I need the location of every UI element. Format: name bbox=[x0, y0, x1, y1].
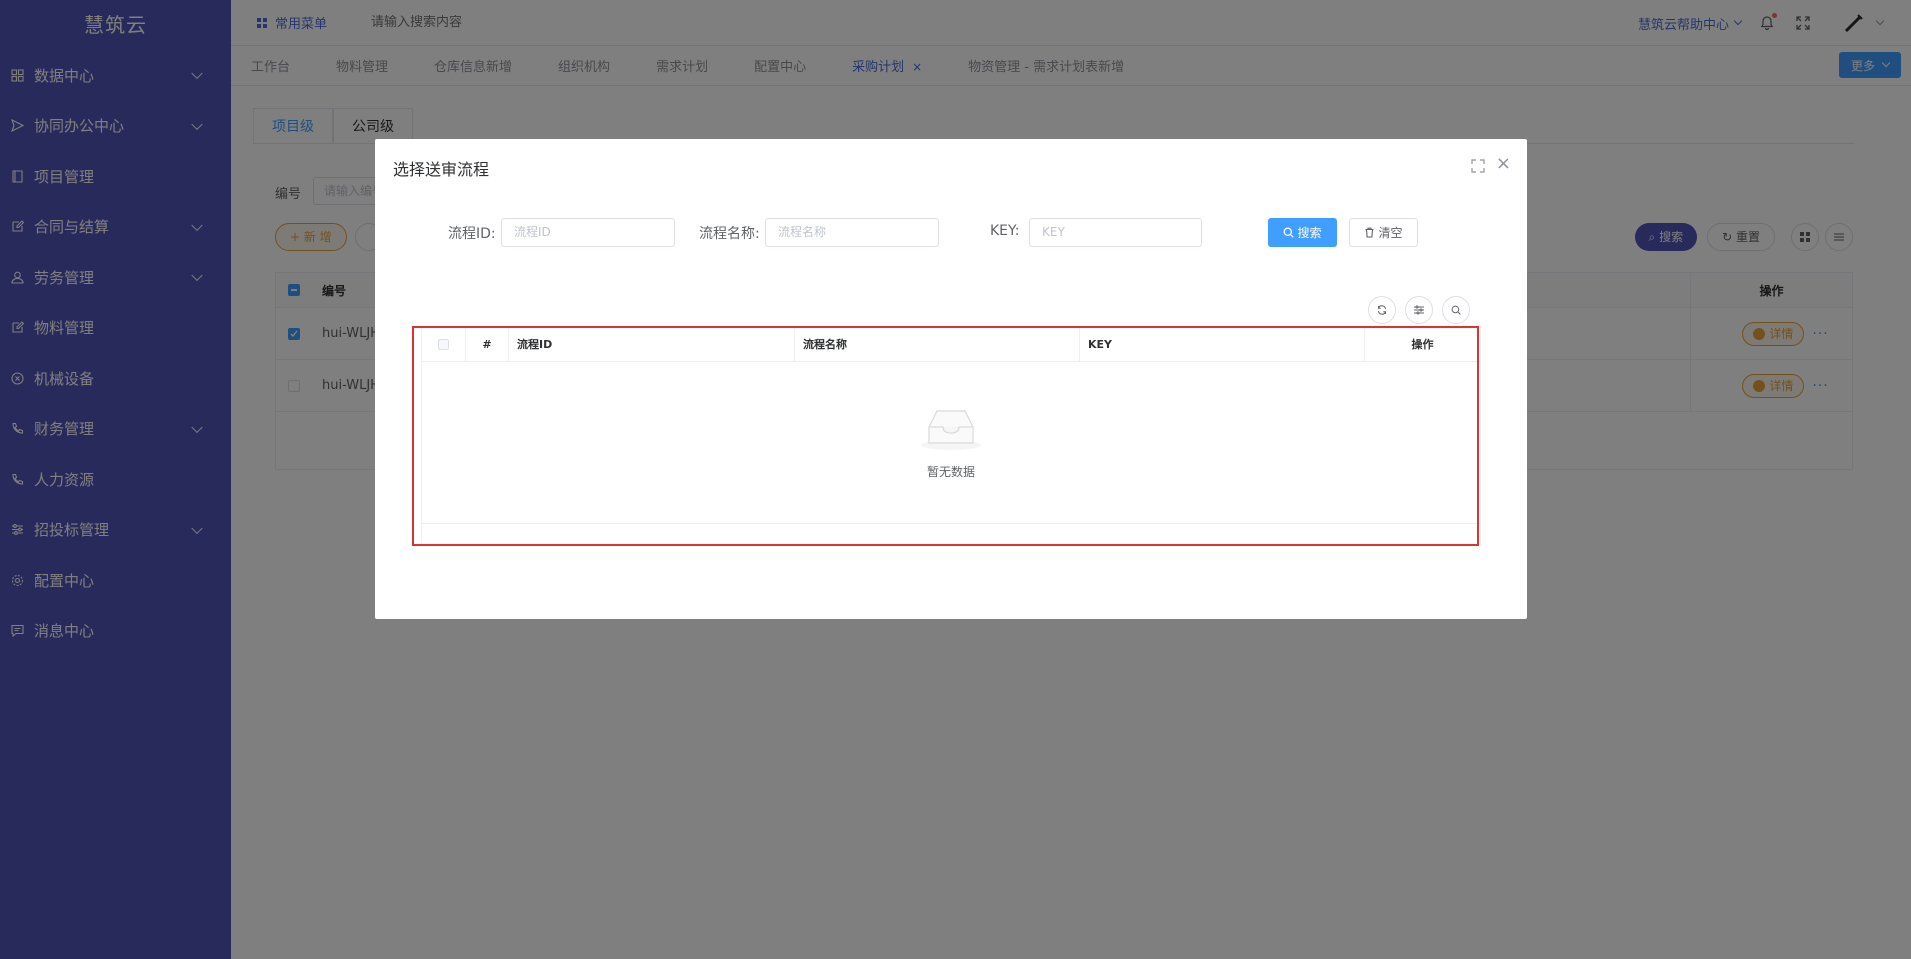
dialog-title: 选择送审流程 bbox=[393, 160, 490, 179]
highlight-box bbox=[412, 326, 1479, 546]
process-id-input[interactable]: 流程ID bbox=[501, 218, 675, 247]
dialog-clear-button[interactable]: 清空 bbox=[1349, 218, 1418, 247]
search-icon bbox=[1451, 305, 1461, 315]
process-name-label: 流程名称: bbox=[699, 226, 760, 242]
dialog-search-button[interactable]: 搜索 bbox=[1268, 218, 1337, 247]
close-icon[interactable]: × bbox=[1496, 155, 1511, 173]
key-input[interactable]: KEY bbox=[1029, 218, 1202, 247]
refresh-button[interactable] bbox=[1368, 296, 1396, 324]
refresh-icon bbox=[1378, 305, 1386, 315]
key-label: KEY: bbox=[990, 223, 1020, 239]
dialog-search-label: 搜索 bbox=[1297, 226, 1322, 240]
column-settings-button[interactable] bbox=[1405, 296, 1433, 324]
process-name-input[interactable]: 流程名称 bbox=[765, 218, 939, 247]
sliders-icon bbox=[1414, 305, 1424, 315]
trash-icon bbox=[1365, 227, 1374, 238]
search-icon bbox=[1284, 227, 1295, 238]
process-id-label: 流程ID: bbox=[448, 226, 496, 242]
table-search-button[interactable] bbox=[1442, 296, 1470, 324]
select-process-dialog: 选择送审流程 × 流程ID: 流程ID 流程名称: 流程名称 KEY: KEY … bbox=[375, 139, 1527, 619]
maximize-icon[interactable] bbox=[1471, 159, 1485, 173]
dialog-clear-label: 清空 bbox=[1378, 226, 1403, 240]
